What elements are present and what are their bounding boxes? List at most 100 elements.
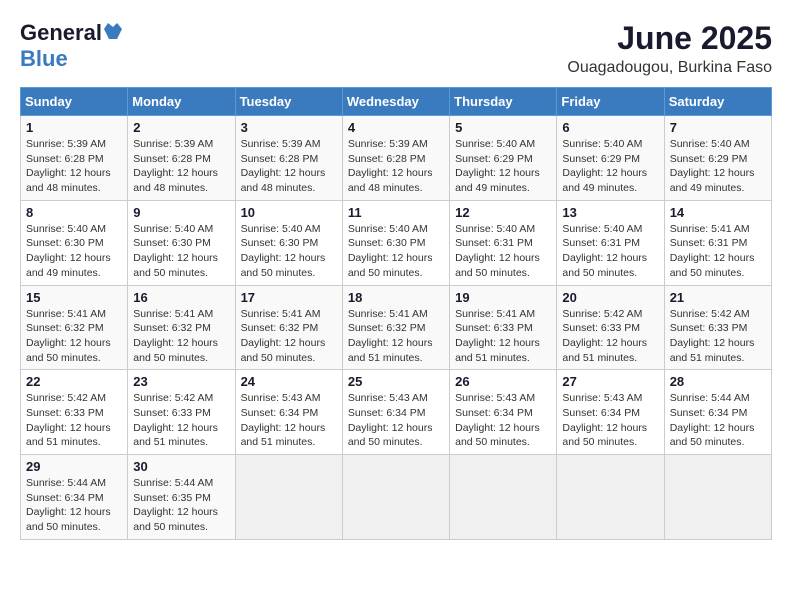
calendar-cell	[450, 455, 557, 540]
calendar-cell	[342, 455, 449, 540]
calendar-week-row: 8 Sunrise: 5:40 AM Sunset: 6:30 PM Daylig…	[21, 200, 772, 285]
day-number: 2	[133, 120, 229, 135]
day-detail: Sunrise: 5:43 AM Sunset: 6:34 PM Dayligh…	[562, 391, 658, 450]
day-number: 7	[670, 120, 766, 135]
calendar-cell: 4 Sunrise: 5:39 AM Sunset: 6:28 PM Daylig…	[342, 116, 449, 201]
month-year-title: June 2025	[567, 20, 772, 57]
calendar-cell: 30 Sunrise: 5:44 AM Sunset: 6:35 PM Dayli…	[128, 455, 235, 540]
day-number: 27	[562, 374, 658, 389]
title-block: June 2025 Ouagadougou, Burkina Faso	[567, 20, 772, 77]
calendar-header-row: Sunday Monday Tuesday Wednesday Thursday…	[21, 88, 772, 116]
calendar-cell: 5 Sunrise: 5:40 AM Sunset: 6:29 PM Daylig…	[450, 116, 557, 201]
calendar-cell: 20 Sunrise: 5:42 AM Sunset: 6:33 PM Dayli…	[557, 285, 664, 370]
header-wednesday: Wednesday	[342, 88, 449, 116]
day-detail: Sunrise: 5:39 AM Sunset: 6:28 PM Dayligh…	[241, 137, 337, 196]
day-number: 29	[26, 459, 122, 474]
day-detail: Sunrise: 5:39 AM Sunset: 6:28 PM Dayligh…	[26, 137, 122, 196]
day-detail: Sunrise: 5:39 AM Sunset: 6:28 PM Dayligh…	[133, 137, 229, 196]
day-detail: Sunrise: 5:39 AM Sunset: 6:28 PM Dayligh…	[348, 137, 444, 196]
calendar-week-row: 1Sunrise: 5:39 AM Sunset: 6:28 PM Daylig…	[21, 116, 772, 201]
day-number: 9	[133, 205, 229, 220]
day-detail: Sunrise: 5:43 AM Sunset: 6:34 PM Dayligh…	[241, 391, 337, 450]
day-detail: Sunrise: 5:43 AM Sunset: 6:34 PM Dayligh…	[348, 391, 444, 450]
day-number: 5	[455, 120, 551, 135]
day-number: 3	[241, 120, 337, 135]
header-tuesday: Tuesday	[235, 88, 342, 116]
day-number: 24	[241, 374, 337, 389]
calendar-cell: 14 Sunrise: 5:41 AM Sunset: 6:31 PM Dayli…	[664, 200, 771, 285]
logo-blue-text: Blue	[20, 46, 68, 71]
day-number: 8	[26, 205, 122, 220]
day-detail: Sunrise: 5:41 AM Sunset: 6:32 PM Dayligh…	[348, 307, 444, 366]
logo: General Blue	[20, 20, 122, 72]
calendar-cell: 9 Sunrise: 5:40 AM Sunset: 6:30 PM Daylig…	[128, 200, 235, 285]
day-number: 6	[562, 120, 658, 135]
day-number: 28	[670, 374, 766, 389]
day-detail: Sunrise: 5:40 AM Sunset: 6:29 PM Dayligh…	[455, 137, 551, 196]
day-number: 30	[133, 459, 229, 474]
calendar-cell: 10 Sunrise: 5:40 AM Sunset: 6:30 PM Dayli…	[235, 200, 342, 285]
header-friday: Friday	[557, 88, 664, 116]
header-sunday: Sunday	[21, 88, 128, 116]
day-number: 13	[562, 205, 658, 220]
day-detail: Sunrise: 5:41 AM Sunset: 6:32 PM Dayligh…	[133, 307, 229, 366]
day-number: 10	[241, 205, 337, 220]
calendar-cell: 26Sunrise: 5:43 AM Sunset: 6:34 PM Dayli…	[450, 370, 557, 455]
day-detail: Sunrise: 5:41 AM Sunset: 6:32 PM Dayligh…	[26, 307, 122, 366]
day-number: 16	[133, 290, 229, 305]
day-number: 17	[241, 290, 337, 305]
day-detail: Sunrise: 5:40 AM Sunset: 6:30 PM Dayligh…	[348, 222, 444, 281]
day-detail: Sunrise: 5:40 AM Sunset: 6:30 PM Dayligh…	[241, 222, 337, 281]
day-number: 21	[670, 290, 766, 305]
calendar-cell: 2 Sunrise: 5:39 AM Sunset: 6:28 PM Daylig…	[128, 116, 235, 201]
day-number: 18	[348, 290, 444, 305]
header-monday: Monday	[128, 88, 235, 116]
calendar-cell: 7Sunrise: 5:40 AM Sunset: 6:29 PM Daylig…	[664, 116, 771, 201]
day-detail: Sunrise: 5:41 AM Sunset: 6:31 PM Dayligh…	[670, 222, 766, 281]
day-detail: Sunrise: 5:40 AM Sunset: 6:29 PM Dayligh…	[562, 137, 658, 196]
calendar-cell: 27 Sunrise: 5:43 AM Sunset: 6:34 PM Dayli…	[557, 370, 664, 455]
calendar-cell: 18 Sunrise: 5:41 AM Sunset: 6:32 PM Dayli…	[342, 285, 449, 370]
calendar-cell: 25 Sunrise: 5:43 AM Sunset: 6:34 PM Dayli…	[342, 370, 449, 455]
calendar-week-row: 29 Sunrise: 5:44 AM Sunset: 6:34 PM Dayli…	[21, 455, 772, 540]
page-header: General Blue June 2025 Ouagadougou, Burk…	[20, 20, 772, 77]
day-number: 19	[455, 290, 551, 305]
day-number: 15	[26, 290, 122, 305]
day-detail: Sunrise: 5:40 AM Sunset: 6:31 PM Dayligh…	[455, 222, 551, 281]
day-detail: Sunrise: 5:42 AM Sunset: 6:33 PM Dayligh…	[670, 307, 766, 366]
day-detail: Sunrise: 5:44 AM Sunset: 6:34 PM Dayligh…	[670, 391, 766, 450]
day-detail: Sunrise: 5:44 AM Sunset: 6:35 PM Dayligh…	[133, 476, 229, 535]
calendar-cell: 29 Sunrise: 5:44 AM Sunset: 6:34 PM Dayli…	[21, 455, 128, 540]
calendar-cell: 3 Sunrise: 5:39 AM Sunset: 6:28 PM Daylig…	[235, 116, 342, 201]
location-subtitle: Ouagadougou, Burkina Faso	[567, 59, 772, 77]
calendar-cell	[664, 455, 771, 540]
day-detail: Sunrise: 5:41 AM Sunset: 6:32 PM Dayligh…	[241, 307, 337, 366]
day-detail: Sunrise: 5:42 AM Sunset: 6:33 PM Dayligh…	[133, 391, 229, 450]
calendar-cell: 16 Sunrise: 5:41 AM Sunset: 6:32 PM Dayli…	[128, 285, 235, 370]
calendar-cell: 28 Sunrise: 5:44 AM Sunset: 6:34 PM Dayli…	[664, 370, 771, 455]
calendar-cell: 6 Sunrise: 5:40 AM Sunset: 6:29 PM Daylig…	[557, 116, 664, 201]
day-detail: Sunrise: 5:41 AM Sunset: 6:33 PM Dayligh…	[455, 307, 551, 366]
calendar-cell: 23Sunrise: 5:42 AM Sunset: 6:33 PM Dayli…	[128, 370, 235, 455]
day-number: 22	[26, 374, 122, 389]
day-detail: Sunrise: 5:43 AM Sunset: 6:34 PM Dayligh…	[455, 391, 551, 450]
day-detail: Sunrise: 5:44 AM Sunset: 6:34 PM Dayligh…	[26, 476, 122, 535]
calendar-cell: 24 Sunrise: 5:43 AM Sunset: 6:34 PM Dayli…	[235, 370, 342, 455]
calendar-table: Sunday Monday Tuesday Wednesday Thursday…	[20, 87, 772, 540]
day-number: 20	[562, 290, 658, 305]
logo-icon	[104, 23, 122, 41]
day-detail: Sunrise: 5:42 AM Sunset: 6:33 PM Dayligh…	[562, 307, 658, 366]
day-number: 25	[348, 374, 444, 389]
calendar-cell: 15 Sunrise: 5:41 AM Sunset: 6:32 PM Dayli…	[21, 285, 128, 370]
calendar-cell: 21 Sunrise: 5:42 AM Sunset: 6:33 PM Dayli…	[664, 285, 771, 370]
day-number: 14	[670, 205, 766, 220]
header-saturday: Saturday	[664, 88, 771, 116]
day-detail: Sunrise: 5:40 AM Sunset: 6:30 PM Dayligh…	[133, 222, 229, 281]
calendar-week-row: 22 Sunrise: 5:42 AM Sunset: 6:33 PM Dayli…	[21, 370, 772, 455]
calendar-cell: 1Sunrise: 5:39 AM Sunset: 6:28 PM Daylig…	[21, 116, 128, 201]
calendar-cell: 11Sunrise: 5:40 AM Sunset: 6:30 PM Dayli…	[342, 200, 449, 285]
day-number: 12	[455, 205, 551, 220]
day-number: 4	[348, 120, 444, 135]
day-detail: Sunrise: 5:40 AM Sunset: 6:30 PM Dayligh…	[26, 222, 122, 281]
calendar-cell: 17 Sunrise: 5:41 AM Sunset: 6:32 PM Dayli…	[235, 285, 342, 370]
